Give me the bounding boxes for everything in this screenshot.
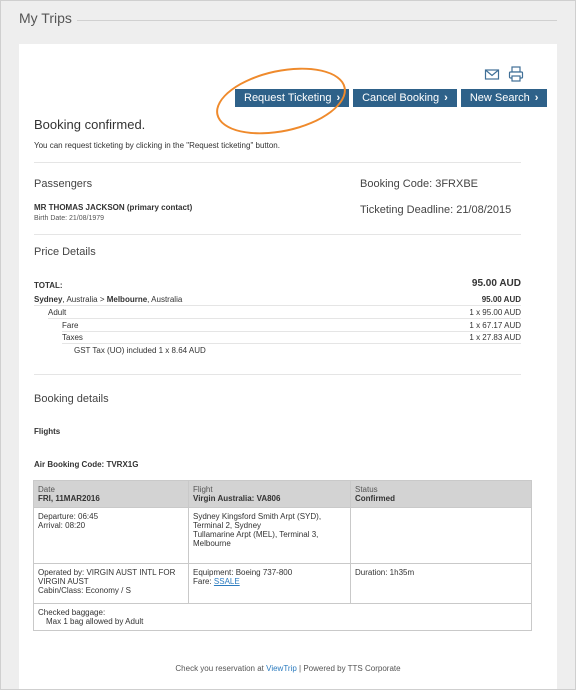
flight-duration: Duration: 1h35m [355,568,415,577]
flight-status: Confirmed [355,494,395,503]
title-divider [77,20,557,21]
ticketing-deadline: Ticketing Deadline: 21/08/2015 [360,204,512,216]
arrival-time: Arrival: 08:20 [38,521,86,530]
booking-code: Booking Code: 3FRXBE [360,178,479,190]
flight-table: Date FRI, 11MAR2016 Flight Virgin Austra… [33,480,532,631]
flight-date: FRI, 11MAR2016 [38,494,100,503]
action-buttons: Request Ticketing › Cancel Booking › New S… [235,89,548,107]
route-destination-country: , Australia [147,295,183,304]
operated-by: Operated by: VIRGIN AUST INTL FOR VIRGIN… [38,568,176,586]
route-line: Sydney, Australia > Melbourne, Australia [34,295,182,304]
total-label: TOTAL: [34,281,63,290]
section-divider [34,374,521,375]
chevron-right-icon: › [534,92,539,104]
empty-cell [350,507,532,564]
printer-icon[interactable] [508,66,524,82]
departure-airport: Sydney Kingsford Smith Arpt (SYD), Termi… [193,512,322,530]
booking-details-heading: Booking details [34,393,109,405]
route-origin-country: , Australia > [62,295,107,304]
equipment: Equipment: Boeing 737-800 [193,568,293,577]
route-origin: Sydney [34,295,63,304]
baggage-value: Max 1 bag allowed by Adult [46,617,144,626]
booking-status-heading: Booking confirmed. [34,117,146,132]
table-row: Departure: 06:45 Arrival: 08:20 Sydney K… [33,507,532,564]
trip-card: Request Ticketing › Cancel Booking › New S… [19,44,557,689]
new-search-label: New Search [469,92,530,104]
cancel-booking-label: Cancel Booking [362,92,440,104]
table-row: Checked baggage: Max 1 bag allowed by Ad… [33,603,532,631]
adult-label: Adult [48,308,67,317]
page-frame: My Trips Request Ticketing › Cancel Booki… [0,0,576,690]
passengers-heading: Passengers [34,178,93,190]
airports-cell: Sydney Kingsford Smith Arpt (SYD), Termi… [188,507,351,564]
footer-prefix: Check you reservation at [175,664,267,673]
equipment-cell: Equipment: Boeing 737-800 Fare: SSALE [188,563,351,604]
booking-status-message: You can request ticketing by clicking in… [34,141,280,150]
row-divider [62,331,521,332]
viewtrip-link[interactable]: ViewTrip [266,664,297,673]
status-cell: Status Confirmed [350,480,532,508]
request-ticketing-label: Request Ticketing [244,92,332,104]
new-search-button[interactable]: New Search › [460,89,548,107]
route-destination: Melbourne [106,295,148,304]
flight-cell: Flight Virgin Australia: VA806 [188,480,351,508]
fare-code-link[interactable]: SSALE [214,577,240,586]
table-row: Operated by: VIRGIN AUST INTL FOR VIRGIN… [33,563,532,604]
section-divider [34,234,521,235]
fare-label: Fare [62,321,79,330]
chevron-right-icon: › [444,92,448,104]
departure-time: Departure: 06:45 [38,512,99,521]
flights-heading: Flights [34,427,61,436]
page-title: My Trips [19,10,72,26]
times-cell: Departure: 06:45 Arrival: 08:20 [33,507,189,564]
section-divider [34,162,521,163]
row-divider [48,318,521,319]
flight-column-label: Flight [193,485,213,494]
baggage-label: Checked baggage: [38,608,106,617]
flight-table-header-row: Date FRI, 11MAR2016 Flight Virgin Austra… [33,480,532,508]
row-divider [62,343,521,344]
footer: Check you reservation at ViewTrip | Powe… [19,664,557,673]
passenger-name: MR THOMAS JACKSON (primary contact) [34,203,193,212]
status-column-label: Status [355,485,378,494]
date-column-label: Date [38,485,55,494]
operator-cell: Operated by: VIRGIN AUST INTL FOR VIRGIN… [33,563,189,604]
adult-value: 1 x 95.00 AUD [469,308,521,317]
route-value: 95.00 AUD [481,295,521,304]
baggage-cell: Checked baggage: Max 1 bag allowed by Ad… [33,603,532,631]
fare-value: 1 x 67.17 AUD [469,321,521,330]
total-value: 95.00 AUD [471,278,521,289]
row-divider [34,305,521,306]
date-cell: Date FRI, 11MAR2016 [33,480,189,508]
taxes-value: 1 x 27.83 AUD [469,333,521,342]
fare-basis-label: Fare: [193,577,214,586]
air-booking-code: Air Booking Code: TVRX1G [34,460,139,469]
price-details-heading: Price Details [34,246,96,258]
gst-tax-line: GST Tax (UO) included 1 x 8.64 AUD [74,346,206,355]
cabin-class: Cabin/Class: Economy / S [38,586,131,595]
passenger-birth-date: Birth Date: 21/08/1979 [34,215,105,222]
envelope-icon[interactable] [484,66,500,82]
taxes-label: Taxes [62,333,83,342]
flight-number: Virgin Australia: VA806 [193,494,281,503]
arrival-airport: Tullamarine Arpt (MEL), Terminal 3, Melb… [193,530,319,548]
duration-cell: Duration: 1h35m [350,563,532,604]
cancel-booking-button[interactable]: Cancel Booking › [353,89,457,107]
chevron-right-icon: › [336,92,341,104]
request-ticketing-button[interactable]: Request Ticketing › [235,89,350,107]
toolbar-icons [484,66,524,82]
footer-suffix: | Powered by TTS Corporate [296,664,401,673]
fare-basis: Fare: SSALE [193,577,346,586]
